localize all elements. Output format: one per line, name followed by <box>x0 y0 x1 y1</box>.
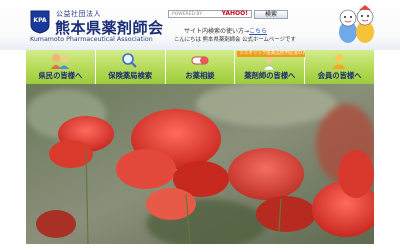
site-header: KPA 公益社団法人 熊本県薬剤師会 Kumamoto Pharmaceutic… <box>0 0 400 50</box>
welcome-text: こんにちは 熊本県薬剤師会 公式ホームページです <box>174 37 296 43</box>
nav-medicine-consult[interactable]: お薬相談 <box>165 50 236 84</box>
nav-pharmacists-label: 薬剤師の皆様へ <box>244 71 296 80</box>
nav-members[interactable]: 会員の皆様へ <box>305 50 374 84</box>
search-button[interactable]: 検索 <box>254 10 288 19</box>
nav-pharmacy-search[interactable]: 保険薬局検索 <box>95 50 166 84</box>
pill-icon <box>191 56 209 65</box>
search-howto: サイト内検索の使い方→こちら <box>184 26 267 35</box>
nav-citizens[interactable]: 県民の皆様へ <box>26 50 96 84</box>
search-input[interactable]: POWERED BY YAHOO! <box>168 10 252 18</box>
search-placeholder: POWERED BY <box>172 12 203 17</box>
kpa-logo[interactable]: KPA <box>30 10 50 34</box>
people-icon <box>51 54 69 69</box>
org-name[interactable]: 熊本県薬剤師会 <box>55 17 164 38</box>
nav-pharmacists[interactable]: ジェネリック医薬品使用促進のお知らせ 薬剤師の皆様へ <box>235 50 323 84</box>
org-name-en: Kumamoto Pharmaceutical Association <box>30 36 153 43</box>
search-howto-text: サイト内検索の使い方→ <box>184 28 250 35</box>
nav-pharmacy-search-label: 保険薬局検索 <box>108 71 153 80</box>
pharmacist-icon <box>263 57 276 70</box>
main-nav: 県民の皆様へ 保険薬局検索 お薬相談 ジェネリック医薬品使用促進のお知らせ 薬剤… <box>26 50 374 84</box>
member-icon <box>332 54 347 69</box>
hero-image <box>26 84 374 244</box>
svg-text:KPA: KPA <box>33 17 46 24</box>
nav-citizens-label: 県民の皆様へ <box>38 71 83 80</box>
search-howto-link[interactable]: こちら <box>249 28 267 35</box>
magnifier-icon <box>121 53 137 68</box>
mascot-illustration <box>334 4 378 46</box>
nav-members-label: 会員の皆様へ <box>317 71 362 80</box>
yahoo-brand: YAHOO! <box>221 10 248 17</box>
nav-medicine-consult-label: お薬相談 <box>185 71 215 80</box>
